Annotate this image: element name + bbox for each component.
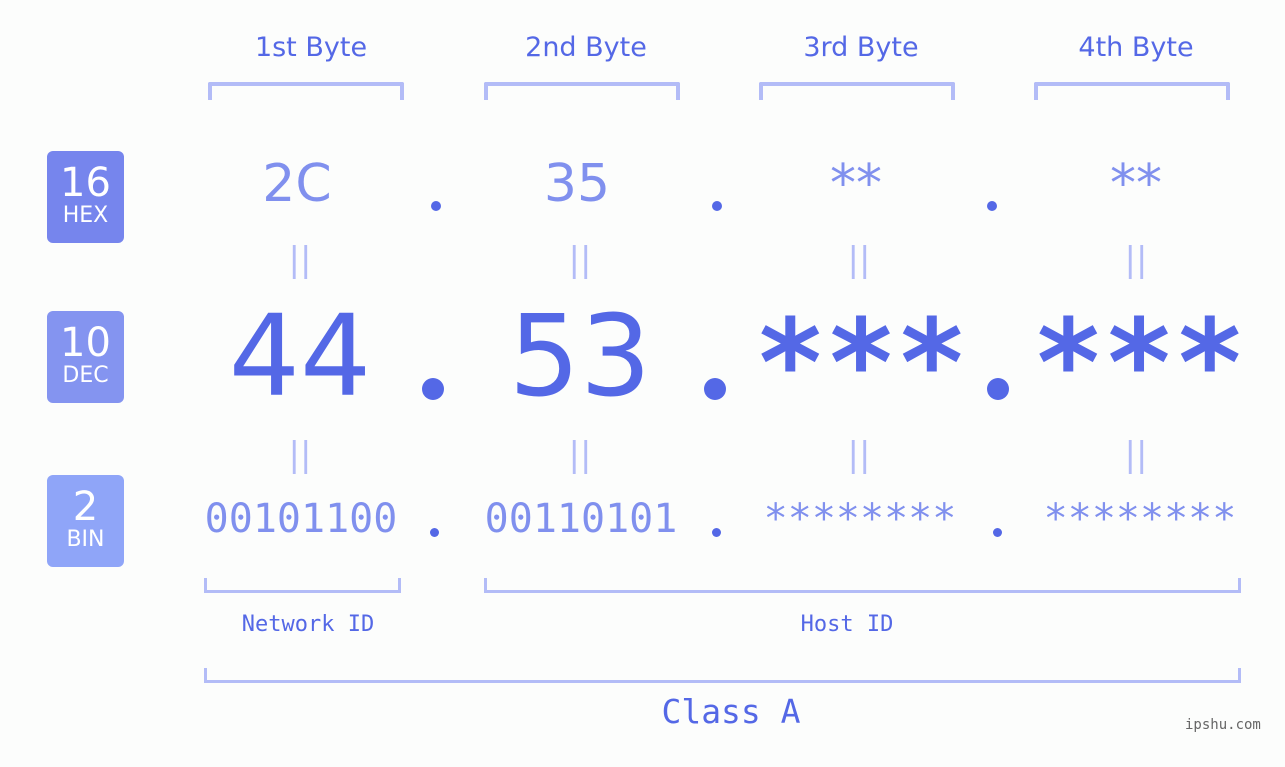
bin-value-4: ******** bbox=[1043, 496, 1237, 542]
byte-bracket-3 bbox=[759, 82, 955, 100]
dec-badge-label: DEC bbox=[62, 363, 109, 388]
hex-badge: 16 HEX bbox=[47, 151, 124, 243]
hex-dot-1 bbox=[431, 201, 441, 211]
dec-dot-2 bbox=[704, 378, 726, 400]
dec-dot-3 bbox=[987, 378, 1009, 400]
bin-dot-3 bbox=[993, 528, 1002, 537]
byte-header-4: 4th Byte bbox=[1078, 32, 1194, 63]
network-id-bracket bbox=[204, 578, 401, 593]
byte-bracket-1 bbox=[208, 82, 404, 100]
byte-header-1: 1st Byte bbox=[254, 32, 368, 63]
equals-icon: || bbox=[568, 240, 592, 280]
class-label: Class A bbox=[661, 692, 801, 731]
hex-value-3: ** bbox=[830, 154, 882, 214]
equals-icon: || bbox=[847, 240, 871, 280]
dec-value-4: *** bbox=[1036, 295, 1250, 434]
bin-value-2: 00110101 bbox=[484, 496, 678, 542]
host-id-label: Host ID bbox=[800, 612, 894, 637]
host-id-bracket bbox=[484, 578, 1241, 593]
class-bracket bbox=[204, 668, 1241, 683]
byte-bracket-4 bbox=[1034, 82, 1230, 100]
bin-badge-label: BIN bbox=[66, 527, 105, 552]
bin-badge-number: 2 bbox=[72, 484, 99, 530]
equals-icon: || bbox=[1124, 240, 1148, 280]
hex-badge-number: 16 bbox=[60, 160, 111, 206]
bin-badge: 2 BIN bbox=[47, 475, 124, 567]
dec-value-3: *** bbox=[758, 295, 972, 434]
hex-value-4: ** bbox=[1110, 154, 1162, 214]
dec-badge: 10 DEC bbox=[47, 311, 124, 403]
equals-icon: || bbox=[568, 435, 592, 475]
byte-header-3: 3rd Byte bbox=[803, 32, 919, 63]
equals-icon: || bbox=[288, 240, 312, 280]
equals-icon: || bbox=[288, 435, 312, 475]
hex-value-2: 35 bbox=[543, 154, 611, 214]
hex-dot-3 bbox=[987, 201, 997, 211]
bin-value-3: ******** bbox=[763, 496, 957, 542]
hex-badge-label: HEX bbox=[62, 203, 109, 228]
hex-dot-2 bbox=[712, 201, 722, 211]
bin-value-1: 00101100 bbox=[204, 496, 398, 542]
network-id-label: Network ID bbox=[241, 612, 375, 637]
dec-dot-1 bbox=[422, 378, 444, 400]
equals-icon: || bbox=[847, 435, 871, 475]
dec-badge-number: 10 bbox=[60, 320, 111, 366]
watermark: ipshu.com bbox=[1185, 717, 1261, 733]
hex-value-1: 2C bbox=[262, 154, 332, 214]
dec-value-2: 53 bbox=[508, 292, 652, 422]
equals-icon: || bbox=[1124, 435, 1148, 475]
bin-dot-1 bbox=[430, 528, 439, 537]
byte-header-2: 2nd Byte bbox=[525, 32, 647, 63]
dec-value-1: 44 bbox=[228, 292, 372, 422]
bin-dot-2 bbox=[712, 528, 721, 537]
byte-bracket-2 bbox=[484, 82, 680, 100]
